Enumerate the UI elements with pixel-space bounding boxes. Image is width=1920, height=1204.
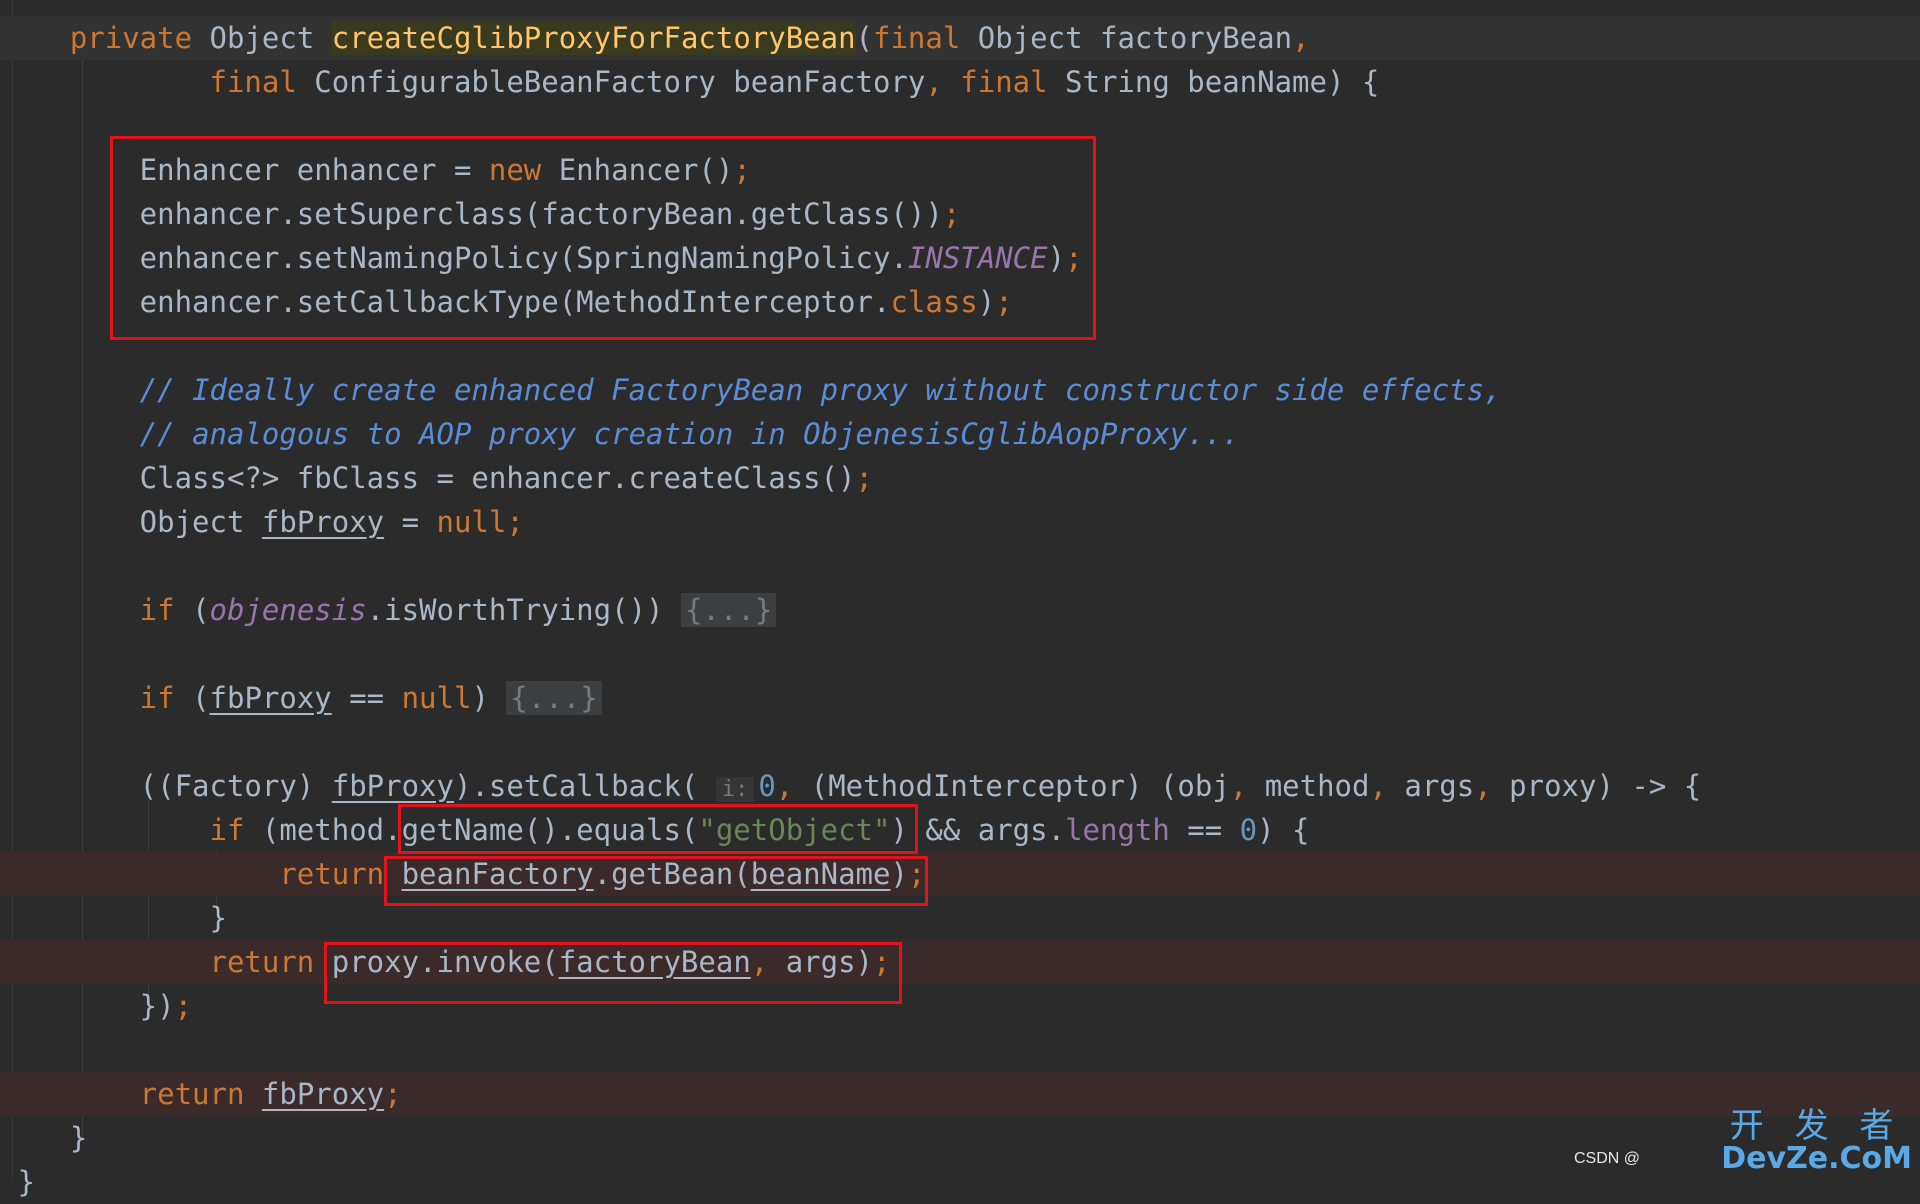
code-token: ) { xyxy=(1257,813,1310,847)
code-token: .isWorthTrying()) xyxy=(366,593,681,627)
logo-english-text: DevZe.CoM xyxy=(1721,1141,1912,1176)
code-token: return xyxy=(0,1077,245,1111)
code-editor[interactable]: private Object createCglibProxyForFactor… xyxy=(0,0,1920,1199)
code-token: ; xyxy=(855,461,873,495)
code-token: , xyxy=(775,769,811,803)
code-token: = xyxy=(384,505,437,539)
highlight-box-enhancer-setup xyxy=(110,136,1096,340)
code-token: private xyxy=(0,21,193,55)
code-token: fbProxy xyxy=(261,505,385,539)
code-token: return xyxy=(0,857,385,891)
code-token: null xyxy=(401,681,472,715)
code-line[interactable]: if (method.getName().equals("getObject")… xyxy=(0,808,1920,852)
code-token: if xyxy=(0,681,175,715)
code-token: } xyxy=(0,901,227,935)
code-line[interactable]: return proxy.invoke(factoryBean, args); xyxy=(0,940,1920,984)
code-line[interactable]: final ConfigurableBeanFactory beanFactor… xyxy=(0,60,1920,104)
code-token: // Ideally create enhanced FactoryBean p… xyxy=(139,373,1502,407)
highlight-box-getname-equals xyxy=(398,804,918,854)
code-token: , xyxy=(1229,769,1265,803)
code-token: return xyxy=(0,945,315,979)
code-line[interactable]: if (fbProxy == null) {...} xyxy=(0,676,1920,720)
code-token: 0 xyxy=(758,769,776,803)
code-token: }) xyxy=(0,989,175,1023)
code-line[interactable]: private Object createCglibProxyForFactor… xyxy=(0,16,1920,60)
code-line[interactable] xyxy=(0,1028,1920,1072)
code-token: Object factoryBean xyxy=(960,21,1293,55)
code-line[interactable]: }); xyxy=(0,984,1920,1028)
code-token: final xyxy=(0,65,297,99)
code-token: , xyxy=(1369,769,1405,803)
highlight-box-proxy-invoke xyxy=(324,942,902,1004)
code-line[interactable]: // analogous to AOP proxy creation in Ob… xyxy=(0,412,1920,456)
code-token: ConfigurableBeanFactory beanFactory xyxy=(296,65,926,99)
code-token: ( xyxy=(174,681,210,715)
code-token: } xyxy=(0,1121,88,1155)
code-token: == xyxy=(331,681,402,715)
code-token: fbProxy xyxy=(209,681,332,715)
folded-code-block[interactable]: {...} xyxy=(506,681,602,715)
code-line[interactable] xyxy=(0,544,1920,588)
logo-chinese-text: 开 发 者 xyxy=(1729,1106,1904,1146)
code-token: if xyxy=(0,593,175,627)
csdn-watermark: CSDN @ xyxy=(1573,1150,1640,1167)
code-token: fbProxy xyxy=(261,1077,385,1111)
code-token: method xyxy=(1264,769,1370,803)
code-line[interactable]: Class<?> fbClass = enhancer.createClass(… xyxy=(0,456,1920,500)
code-token: // analogous to AOP proxy creation in Ob… xyxy=(139,417,1240,451)
code-token: proxy) -> { xyxy=(1509,769,1702,803)
folded-code-block[interactable]: {...} xyxy=(680,593,777,627)
code-token: ) xyxy=(471,681,507,715)
code-token: if xyxy=(0,813,245,847)
code-line[interactable]: // Ideally create enhanced FactoryBean p… xyxy=(0,368,1920,412)
code-line[interactable]: return beanFactory.getBean(beanName); xyxy=(0,852,1920,896)
highlight-box-getbean xyxy=(384,856,928,906)
code-token: args xyxy=(1404,769,1475,803)
devze-logo: 开 发 者 DevZe.CoM xyxy=(1721,1108,1912,1174)
code-token: length xyxy=(1065,813,1170,847)
code-token: ( xyxy=(174,593,210,627)
code-token: , xyxy=(925,65,961,99)
code-line[interactable]: Object fbProxy = null; xyxy=(0,500,1920,544)
code-token: ((Factory) xyxy=(0,769,332,803)
code-token: createCglibProxyForFactoryBean xyxy=(331,21,856,55)
parameter-hint: i: xyxy=(715,777,755,802)
code-line[interactable]: ((Factory) fbProxy).setCallback( i: 0, (M… xyxy=(0,764,1920,808)
code-line[interactable]: if (objenesis.isWorthTrying()) {...} xyxy=(0,588,1920,632)
code-line[interactable] xyxy=(0,720,1920,764)
code-token: Object xyxy=(0,505,262,539)
code-token: ).setCallback( xyxy=(453,769,716,803)
code-token: , xyxy=(1474,769,1510,803)
code-line[interactable]: return fbProxy; xyxy=(0,1072,1920,1116)
code-token: final xyxy=(960,65,1048,99)
code-token: (MethodInterceptor) (obj xyxy=(810,769,1230,803)
code-token: } xyxy=(0,1165,35,1199)
code-token: final xyxy=(873,21,961,55)
code-token: ; xyxy=(506,505,524,539)
code-token: null xyxy=(436,505,507,539)
code-token: ( xyxy=(855,21,874,55)
code-token: ; xyxy=(384,1077,402,1111)
code-token: 0 xyxy=(1239,813,1258,847)
code-token: objenesis xyxy=(209,593,367,627)
code-token: , xyxy=(1292,21,1310,55)
code-token: Object xyxy=(192,21,332,55)
code-line[interactable]: } xyxy=(0,896,1920,940)
code-token: String beanName) { xyxy=(1047,65,1380,99)
code-token: fbProxy xyxy=(331,769,454,803)
code-token: Class<?> fbClass = enhancer.createClass(… xyxy=(0,461,856,495)
code-token: ; xyxy=(174,989,193,1023)
code-line[interactable] xyxy=(0,632,1920,676)
code-token: == xyxy=(1169,813,1240,847)
